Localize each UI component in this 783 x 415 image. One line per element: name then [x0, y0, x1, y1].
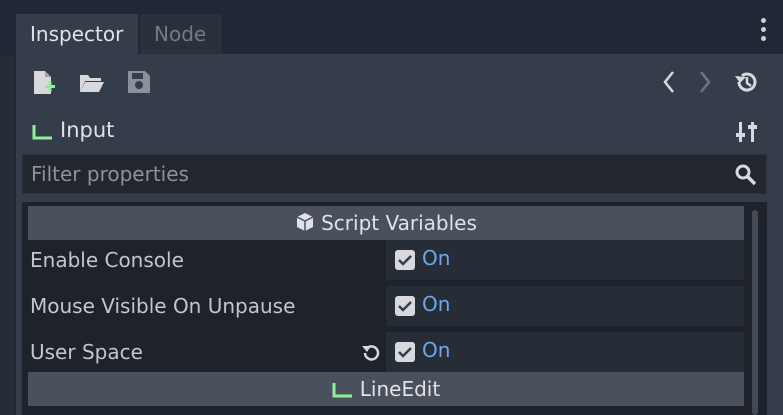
- tools-icon[interactable]: [736, 120, 758, 148]
- history-forward-icon[interactable]: [698, 70, 712, 98]
- vertical-scrollbar[interactable]: [752, 210, 758, 415]
- checkbox-checked-icon: [395, 250, 415, 270]
- tab-node[interactable]: Node: [140, 14, 222, 54]
- toggle-value: On: [422, 292, 451, 316]
- checkbox-checked-icon: [395, 342, 415, 362]
- inspector-panel: Input Filter properties Script Variables…: [16, 54, 783, 415]
- filter-properties-input[interactable]: Filter properties: [22, 154, 767, 194]
- property-label: User Space: [30, 340, 143, 364]
- toggle-value: On: [422, 246, 451, 270]
- history-back-icon[interactable]: [662, 70, 676, 98]
- filter-placeholder: Filter properties: [31, 162, 189, 186]
- object-name: Input: [60, 118, 115, 142]
- property-label: Enable Console: [30, 248, 184, 272]
- tab-inspector[interactable]: Inspector: [16, 14, 138, 54]
- line-edit-node-icon: [332, 374, 354, 408]
- section-script-variables[interactable]: Script Variables: [28, 206, 744, 240]
- mouse-visible-toggle[interactable]: On: [386, 286, 744, 326]
- dock-tab-bar: Inspector Node: [0, 0, 783, 56]
- user-space-toggle[interactable]: On: [386, 332, 744, 372]
- object-history-icon[interactable]: [734, 70, 760, 98]
- open-folder-icon[interactable]: [79, 72, 105, 98]
- search-icon: [735, 164, 757, 190]
- left-dock-strip: [0, 56, 14, 415]
- section-title: Script Variables: [321, 211, 477, 235]
- save-icon[interactable]: [127, 70, 151, 98]
- section-title: LineEdit: [359, 377, 441, 401]
- property-label: Mouse Visible On Unpause: [30, 294, 296, 318]
- line-edit-node-icon: [32, 124, 54, 144]
- toggle-value: On: [422, 338, 451, 362]
- new-resource-icon[interactable]: [32, 70, 56, 100]
- section-lineedit[interactable]: LineEdit: [28, 372, 744, 406]
- checkbox-checked-icon: [395, 296, 415, 316]
- dock-menu-icon[interactable]: [758, 18, 768, 48]
- enable-console-toggle[interactable]: On: [386, 240, 744, 280]
- script-box-icon: [295, 208, 315, 242]
- object-header: Input: [16, 112, 783, 150]
- revert-icon[interactable]: [360, 342, 382, 368]
